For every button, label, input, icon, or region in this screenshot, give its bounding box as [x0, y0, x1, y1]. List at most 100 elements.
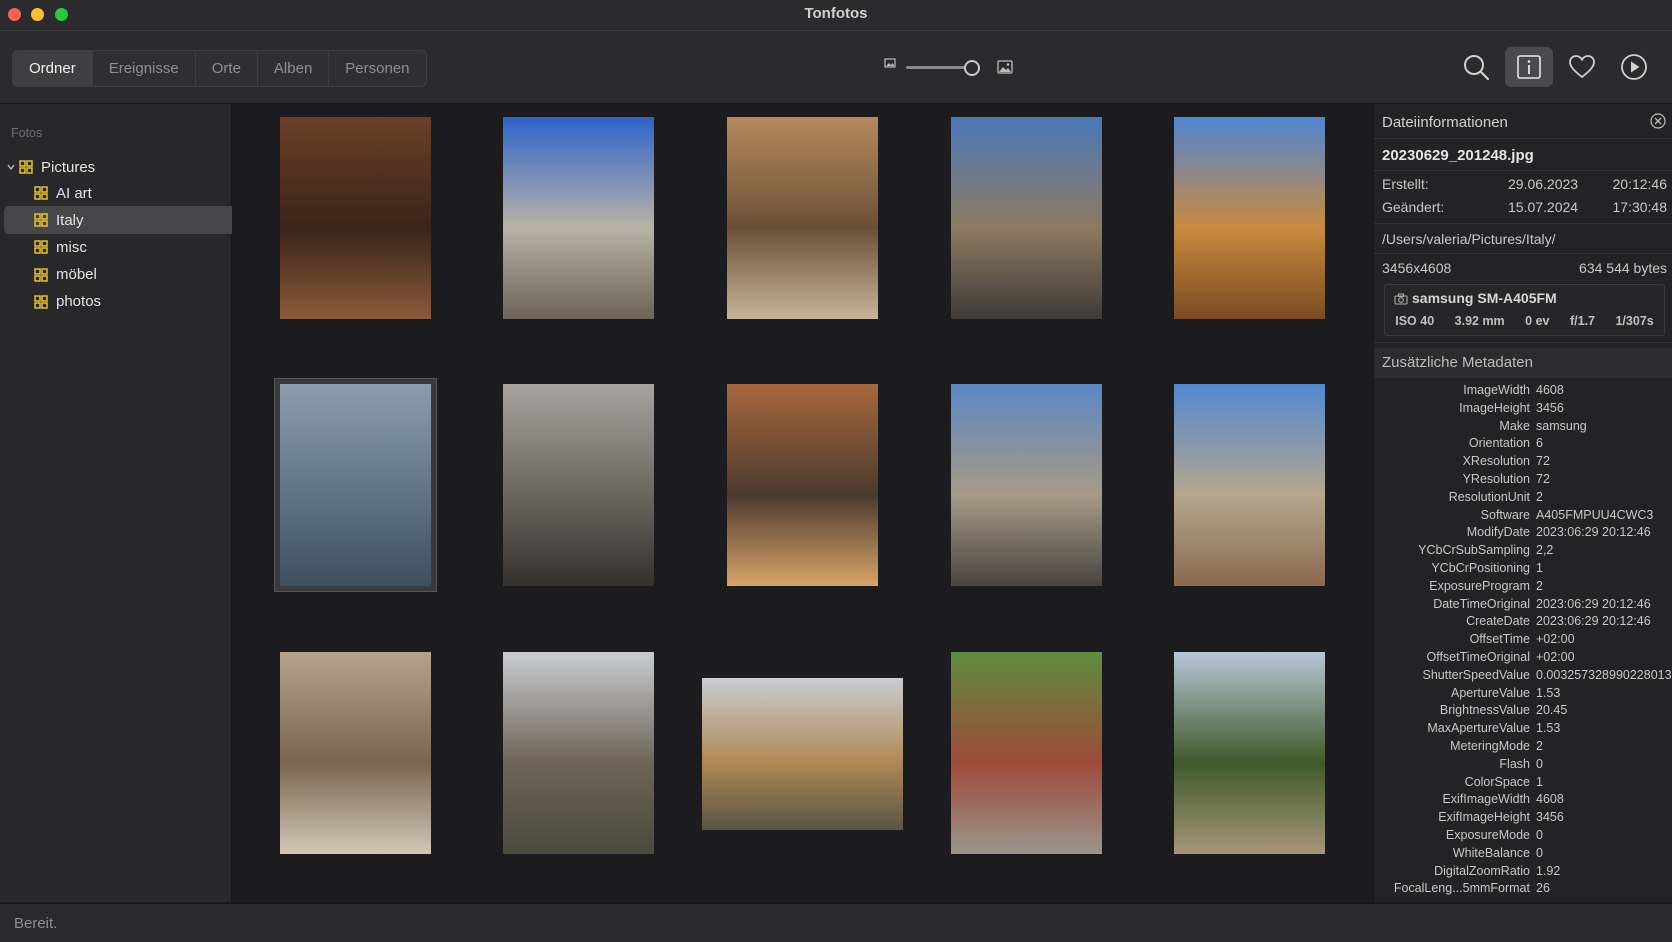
metadata-key: ImageWidth — [1463, 383, 1530, 397]
photo-thumbnail[interactable] — [1174, 384, 1325, 586]
exposure-value: 3.92 mm — [1454, 314, 1505, 328]
metadata-value: 6 — [1536, 436, 1543, 451]
metadata-row: DateTimeOriginal 2023:06:29 20:12:46 — [1374, 596, 1672, 614]
photo-thumbnail[interactable] — [727, 384, 878, 586]
photo-grid — [232, 104, 1372, 902]
metadata-row: YCbCrPositioning 1 — [1374, 560, 1672, 578]
metadata-value: 72 — [1536, 471, 1550, 486]
metadata-key: XResolution — [1462, 454, 1530, 469]
sidebar-item-pictures[interactable]: Pictures — [6, 153, 95, 181]
close-panel-icon[interactable] — [1650, 113, 1666, 129]
info-icon — [1517, 55, 1541, 79]
image-dimensions: 3456x4608 — [1382, 260, 1452, 276]
sidebar-item-italy[interactable]: Italy — [4, 206, 254, 235]
modified-time: 17:30:48 — [1612, 199, 1668, 215]
sidebar-item-label: photos — [56, 293, 102, 311]
tab-alben[interactable]: Alben — [256, 51, 328, 86]
view-tabs: Ordner Ereignisse Orte Alben Personen — [12, 50, 427, 87]
metadata-row: DigitalZoomRatio 1.92 — [1374, 863, 1672, 881]
zoom-slider-handle[interactable] — [963, 60, 980, 76]
metadata-key: BrightnessValue — [1439, 703, 1530, 718]
metadata-key: Make — [1499, 418, 1530, 433]
metadata-key: MaxApertureValue — [1427, 721, 1530, 736]
sidebar-item-photos[interactable]: photos — [4, 288, 101, 316]
tab-orte[interactable]: Orte — [194, 51, 257, 86]
metadata-key: YCbCrPositioning — [1431, 560, 1530, 575]
exposure-value: ISO 40 — [1395, 314, 1435, 328]
info-button[interactable] — [1505, 47, 1553, 87]
metadata-row: ImageHeight 3456 — [1374, 400, 1672, 418]
chevron-down-icon[interactable] — [6, 162, 16, 172]
status-text: Bereit. — [14, 915, 58, 932]
folder-grid-icon — [34, 240, 48, 255]
photo-thumbnail[interactable] — [727, 117, 878, 319]
metadata-list: ImageWidth 4608 ImageHeight 3456 Make samsung… — [1374, 382, 1672, 898]
metadata-value: 1.53 — [1536, 685, 1561, 700]
photo-thumbnail[interactable] — [951, 652, 1102, 854]
photo-thumbnail[interactable] — [951, 117, 1102, 319]
metadata-row: MaxApertureValue 1.53 — [1374, 720, 1672, 738]
sidebar-item-misc[interactable]: misc — [4, 233, 87, 261]
metadata-value: samsung — [1536, 418, 1587, 433]
metadata-row: Orientation 6 — [1374, 435, 1672, 453]
file-name: 20230629_201248.jpg — [1382, 147, 1534, 164]
photo-thumbnail[interactable] — [280, 652, 431, 854]
metadata-key: WhiteBalance — [1452, 845, 1530, 860]
photo-thumbnail[interactable] — [951, 384, 1102, 586]
photo-thumbnail[interactable] — [503, 384, 654, 586]
metadata-row: ImageWidth 4608 — [1374, 382, 1672, 400]
photo-thumbnail[interactable] — [1174, 652, 1325, 854]
metadata-value: 1 — [1536, 560, 1543, 575]
tab-personen[interactable]: Personen — [328, 51, 425, 86]
metadata-key: ExposureMode — [1445, 827, 1530, 842]
modified-row: Geändert: 15.07.2024 17:30:48 — [1382, 199, 1667, 215]
photo-thumbnail[interactable] — [702, 678, 903, 830]
photo-thumbnail[interactable] — [1174, 117, 1325, 319]
metadata-value: 3456 — [1536, 400, 1564, 415]
dimensions-row: 3456x4608 634 544 bytes — [1382, 260, 1667, 276]
play-circle-icon — [1621, 54, 1647, 80]
metadata-value: 2 — [1536, 738, 1543, 753]
metadata-value: 2,2 — [1536, 543, 1554, 558]
large-image-icon — [997, 60, 1013, 74]
sidebar-item-label: Pictures — [41, 158, 96, 176]
small-image-icon — [884, 58, 896, 68]
metadata-value: 2023:06:29 20:12:46 — [1536, 525, 1651, 540]
sidebar-item-label: möbel — [56, 266, 97, 284]
sidebar-item-ai-art[interactable]: AI art — [4, 179, 92, 207]
created-label: Erstellt: — [1382, 176, 1429, 192]
metadata-row: YResolution 72 — [1374, 471, 1672, 489]
metadata-key: OffsetTimeOriginal — [1426, 649, 1530, 664]
metadata-row: XResolution 72 — [1374, 453, 1672, 471]
sidebar-section-title: Fotos — [11, 126, 43, 140]
sidebar-item-möbel[interactable]: möbel — [4, 261, 97, 289]
metadata-value: 20.45 — [1536, 703, 1568, 718]
metadata-value: 0 — [1536, 845, 1543, 860]
tab-ordner[interactable]: Ordner — [13, 51, 92, 86]
metadata-key: YCbCrSubSampling — [1418, 543, 1530, 558]
slideshow-button[interactable] — [1610, 47, 1658, 87]
metadata-value: +02:00 — [1536, 649, 1575, 664]
photo-thumbnail[interactable] — [280, 117, 431, 319]
photo-thumbnail[interactable] — [280, 384, 431, 586]
info-header: Dateiinformationen — [1382, 114, 1508, 131]
metadata-key: YResolution — [1462, 471, 1530, 486]
metadata-value: 0.003257328990228013 — [1536, 667, 1672, 682]
search-button[interactable] — [1452, 47, 1500, 87]
photo-thumbnail[interactable] — [503, 117, 654, 319]
metadata-row: FocalLeng...5mmFormat 26 — [1374, 880, 1672, 898]
photo-thumbnail[interactable] — [503, 652, 654, 854]
favorites-button[interactable] — [1558, 47, 1606, 87]
window-title: Tonfotos — [804, 5, 868, 22]
metadata-key: ColorSpace — [1464, 774, 1530, 789]
tab-ereignisse[interactable]: Ereignisse — [91, 51, 195, 86]
created-date: 29.06.2023 — [1508, 176, 1579, 192]
modified-label: Geändert: — [1382, 199, 1445, 215]
metadata-value: 2 — [1536, 489, 1543, 504]
heart-icon — [1569, 55, 1595, 79]
metadata-row: ExifImageHeight 3456 — [1374, 809, 1672, 827]
metadata-key: FocalLeng...5mmFormat — [1393, 881, 1530, 896]
camera-model: samsung SM-A405FM — [1412, 290, 1557, 306]
metadata-key: DigitalZoomRatio — [1434, 863, 1530, 878]
metadata-value: 0 — [1536, 756, 1543, 771]
